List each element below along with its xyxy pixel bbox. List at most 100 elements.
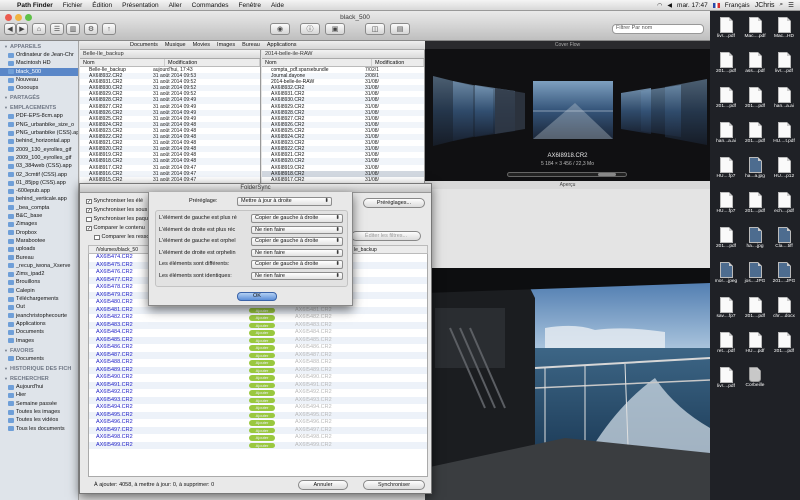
- action-badge[interactable]: Ajouter: [249, 315, 275, 321]
- sidebar-item[interactable]: Dropbox: [0, 229, 78, 237]
- sidebar-item[interactable]: Marabootee: [0, 237, 78, 245]
- preview-toggle-button[interactable]: ▣: [325, 23, 345, 35]
- left-col-name[interactable]: Nom: [80, 59, 165, 66]
- sidebar-item[interactable]: PNG_urbanbike_size_o: [0, 121, 78, 129]
- sidebar-section-header[interactable]: ▼ PARTAGÉS: [0, 92, 78, 102]
- right-col-date[interactable]: Modification: [372, 59, 424, 66]
- sidebar-item[interactable]: black_500: [0, 67, 78, 76]
- compare-row[interactable]: AX6I5495.CR2 Ajouter AX6I5495.CR2: [89, 411, 427, 419]
- action-badge[interactable]: Ajouter: [249, 375, 275, 381]
- compare-row[interactable]: AX6I5497.CR2 Ajouter AX6I5497.CR2: [89, 426, 427, 434]
- compare-row[interactable]: AX6I5486.CR2 Ajouter AX6I5486.CR2: [89, 344, 427, 352]
- desktop-file-icon[interactable]: HU....fp7: [713, 192, 739, 222]
- sidebar-item[interactable]: Toutes les vidéos: [0, 416, 78, 424]
- sidebar-section-header[interactable]: ▼ HISTORIQUE DES FICH: [0, 363, 78, 373]
- compare-row[interactable]: AX6I5488.CR2 Ajouter AX6I5488.CR2: [89, 359, 427, 367]
- menu-app-name[interactable]: Path Finder: [12, 2, 58, 9]
- input-language[interactable]: Français: [725, 2, 750, 9]
- checkbox-box[interactable]: ✓: [86, 198, 92, 204]
- compare-row[interactable]: AX6I5484.CR2 Ajouter AX6I5484.CR2: [89, 329, 427, 337]
- fav-images[interactable]: Images: [217, 42, 235, 48]
- action-badge[interactable]: Ajouter: [249, 420, 275, 426]
- sync-elements-checkbox[interactable]: ✓ Synchroniser les élé: [86, 197, 143, 206]
- desktop-file-icon[interactable]: 201....pdf: [742, 87, 768, 117]
- desktop-file-icon[interactable]: jos....JPG: [742, 262, 768, 292]
- action-badge[interactable]: Ajouter: [249, 435, 275, 441]
- menu-fenetre[interactable]: Fenêtre: [234, 2, 266, 9]
- desktop-file-icon[interactable]: ha....jpg: [742, 227, 768, 257]
- view-columns-button[interactable]: ▥: [66, 23, 80, 35]
- compare-resources-checkbox[interactable]: Comparer les resso: [94, 233, 150, 242]
- path-button[interactable]: ⌂: [32, 23, 46, 35]
- sidebar-item[interactable]: Nouveau: [0, 76, 78, 84]
- fav-bureau[interactable]: Bureau: [242, 42, 260, 48]
- fav-documents[interactable]: Documents: [130, 42, 158, 48]
- synchronize-button[interactable]: Synchroniser: [363, 480, 425, 490]
- compare-row[interactable]: AX6I5493.CR2 Ajouter AX6I5493.CR2: [89, 396, 427, 404]
- rule-action-select[interactable]: Ne rien faire: [251, 271, 343, 280]
- action-badge[interactable]: Ajouter: [249, 442, 275, 448]
- desktop-file-icon[interactable]: han...a.ai: [771, 87, 797, 117]
- sidebar-item[interactable]: Semaine passée: [0, 400, 78, 408]
- desktop-file-icon[interactable]: ech....pdf: [771, 192, 797, 222]
- preset-select[interactable]: Mettre à jour à droite: [237, 197, 332, 206]
- action-badge[interactable]: Ajouter: [249, 345, 275, 351]
- left-col-date[interactable]: Modification: [165, 59, 260, 66]
- action-gear-button[interactable]: ⚙: [84, 23, 98, 35]
- compare-row[interactable]: AX6I5496.CR2 Ajouter AX6I5496.CR2: [89, 419, 427, 427]
- notifications-icon[interactable]: ☰: [788, 1, 794, 9]
- desktop-file-icon[interactable]: ret....pdf: [713, 332, 739, 362]
- disclosure-triangle-icon[interactable]: ▼: [4, 95, 8, 100]
- compare-row[interactable]: AX6I5494.CR2 Ajouter AX6I5494.CR2: [89, 404, 427, 412]
- sidebar-item[interactable]: behind_horizontal.app: [0, 137, 78, 145]
- compare-row[interactable]: AX6I5485.CR2 Ajouter AX6I5485.CR2: [89, 336, 427, 344]
- sidebar-section-header[interactable]: ▼ RECHERCHER: [0, 373, 78, 383]
- sidebar-item[interactable]: Ordinateur de Jean-Chr: [0, 51, 78, 59]
- fav-movies[interactable]: Movies: [193, 42, 210, 48]
- flag-icon[interactable]: [712, 2, 720, 8]
- desktop-file-icon[interactable]: 201....JPG: [771, 262, 797, 292]
- compare-row[interactable]: AX6I5487.CR2 Ajouter AX6I5487.CR2: [89, 351, 427, 359]
- sidebar-item[interactable]: behind_verticale.app: [0, 195, 78, 203]
- cover-flow-scroll-thumb[interactable]: [598, 173, 616, 176]
- action-badge[interactable]: Ajouter: [249, 322, 275, 328]
- menu-clock[interactable]: mar. 17:47: [677, 2, 708, 9]
- desktop-file-icon[interactable]: han...a.ai: [713, 122, 739, 152]
- presets-button[interactable]: Préréglages...: [363, 198, 425, 208]
- checkbox-box[interactable]: [94, 234, 100, 240]
- back-button[interactable]: ◀: [4, 23, 16, 35]
- action-badge[interactable]: Ajouter: [249, 330, 275, 336]
- right-path-bar[interactable]: 2014-belle-ile-RAW: [262, 50, 424, 59]
- sidebar-item[interactable]: PNG_urbanbike (CSS).app: [0, 129, 78, 137]
- sidebar-item[interactable]: Hier: [0, 391, 78, 399]
- rule-action-select[interactable]: Copier de gauche à droite: [251, 237, 343, 246]
- sidebar-item[interactable]: jeanchristophecourte: [0, 312, 78, 320]
- desktop-file-icon[interactable]: 201....pdf: [713, 52, 739, 82]
- menu-edition[interactable]: Édition: [87, 2, 117, 9]
- checkbox-box[interactable]: [86, 216, 92, 222]
- right-col-name[interactable]: Nom: [262, 59, 372, 66]
- rule-action-select[interactable]: Copier de gauche à droite: [251, 260, 343, 269]
- desktop-file-icon[interactable]: HU....pdf: [742, 332, 768, 362]
- sidebar-item[interactable]: Out: [0, 303, 78, 311]
- sidebar-item[interactable]: PDF-EPS-8cm.app: [0, 112, 78, 120]
- sidebar-item[interactable]: Tous les documents: [0, 425, 78, 433]
- desktop-file-icon[interactable]: HU....p12: [771, 157, 797, 187]
- search-input[interactable]: Filtrer Par nom: [612, 24, 704, 34]
- image-viewer[interactable]: [425, 268, 710, 500]
- compare-row[interactable]: AX6I5491.CR2 Ajouter AX6I5491.CR2: [89, 381, 427, 389]
- action-badge[interactable]: Ajouter: [249, 367, 275, 373]
- info-button[interactable]: ⓘ: [300, 23, 320, 35]
- sidebar-item[interactable]: 2009_100_eyrolles_gif: [0, 154, 78, 162]
- desktop-file-icon[interactable]: HU....fp7: [713, 157, 739, 187]
- cover-flow-preview[interactable]: Cover Flow AX6I8918.CR2 5 184 × 3 456 / …: [425, 41, 710, 189]
- desktop-file-icon[interactable]: Mac...HD: [771, 17, 797, 47]
- desktop-file-icon[interactable]: HU....t.pdf: [771, 122, 797, 152]
- eye-button[interactable]: ◉: [270, 23, 290, 35]
- compare-row[interactable]: AX6I5482.CR2 Ajouter AX6I5482.CR2: [89, 314, 427, 322]
- drop-stack-button[interactable]: ▤: [390, 23, 410, 35]
- action-badge[interactable]: Ajouter: [249, 405, 275, 411]
- disclosure-triangle-icon[interactable]: ▼: [4, 366, 8, 371]
- sidebar-item[interactable]: Documents: [0, 355, 78, 363]
- sidebar-item[interactable]: _recup_iwona_Xserve: [0, 262, 78, 270]
